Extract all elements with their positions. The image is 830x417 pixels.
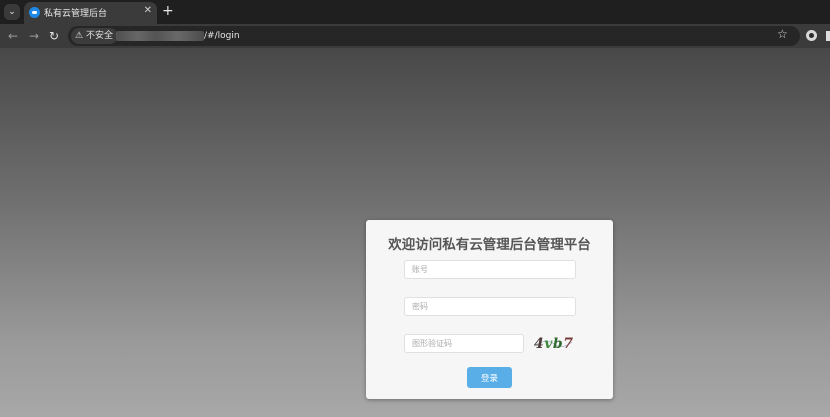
security-indicator[interactable]: ⚠ 不安全 [71, 28, 118, 44]
close-tab-icon[interactable]: ✕ [144, 5, 152, 16]
captcha-char: 4 [534, 336, 544, 352]
svg-text:4vb7: 4vb7 [534, 336, 573, 352]
security-label: 不安全 [85, 31, 113, 41]
account-input[interactable] [404, 260, 576, 279]
captcha-char: 7 [563, 336, 573, 352]
captcha-input[interactable] [404, 334, 524, 353]
captcha-char: v [544, 336, 553, 352]
login-card: 欢迎访问私有云管理后台管理平台 4vb7 登录 [366, 220, 613, 399]
tab-title: 私有云管理后台 [44, 9, 108, 19]
site-favicon-icon [29, 7, 40, 18]
login-title: 欢迎访问私有云管理后台管理平台 [388, 237, 591, 253]
redacted-host [116, 31, 204, 41]
warning-icon: ⚠ [75, 31, 84, 41]
forward-icon[interactable]: → [29, 28, 39, 44]
login-button[interactable]: 登录 [467, 367, 512, 388]
captcha-image[interactable]: 4vb7 [532, 334, 574, 352]
tab-strip: ⌄ 私有云管理后台 ✕ + [0, 0, 830, 24]
captcha-char: b [553, 336, 563, 352]
browser-tab-active[interactable]: 私有云管理后台 ✕ [24, 2, 157, 24]
back-icon[interactable]: ← [8, 28, 18, 44]
bookmark-star-icon[interactable]: ☆ [777, 27, 788, 41]
page-background: 欢迎访问私有云管理后台管理平台 4vb7 登录 [0, 48, 830, 417]
url-path: /#/login [204, 31, 240, 41]
side-panel-icon[interactable] [826, 31, 830, 41]
address-bar[interactable]: ⚠ 不安全 /#/login ☆ [68, 26, 800, 46]
reload-icon[interactable]: ↻ [49, 28, 59, 44]
browser-toolbar: ← → ↻ ⚠ 不安全 /#/login ☆ [0, 24, 830, 48]
password-input[interactable] [404, 297, 576, 316]
new-tab-button[interactable]: + [162, 3, 174, 19]
tab-search-button[interactable]: ⌄ [4, 4, 20, 20]
extension-icon[interactable] [806, 30, 817, 41]
